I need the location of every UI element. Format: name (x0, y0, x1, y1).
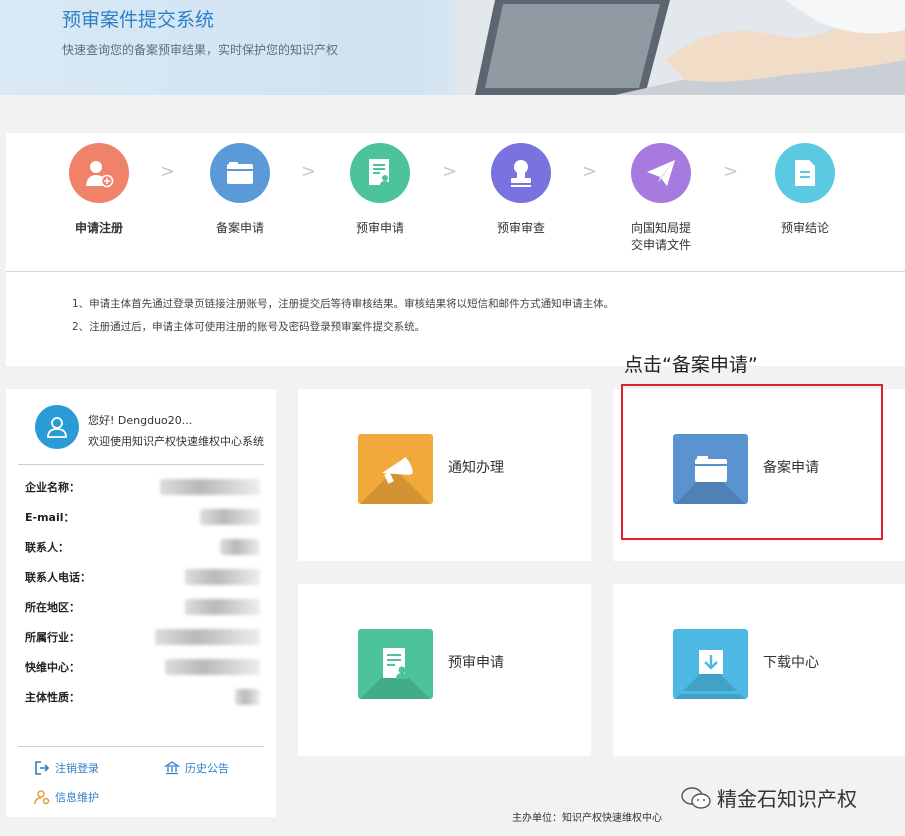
redacted-value (185, 599, 260, 615)
step-label: 申请注册 (74, 221, 123, 235)
history-announcements-link[interactable]: 历史公告 (164, 760, 229, 776)
user-greeting: 您好! Dengduo20... (88, 414, 193, 427)
user-add-icon (69, 143, 129, 203)
banner-laptop-image (455, 0, 905, 95)
divider (18, 746, 264, 747)
redacted-value (185, 569, 260, 585)
step-label: 向国知局提交申请文件 (630, 221, 691, 252)
paper-plane-icon (631, 143, 691, 203)
redacted-value (200, 509, 260, 525)
tile-label: 下载中心 (763, 655, 819, 671)
user-settings-icon (34, 790, 50, 805)
instructions: 1、申请主体首先通过登录页链接注册账号，注册提交后等待审核结果。审核结果将以短信… (72, 293, 614, 339)
stamp-icon (491, 143, 551, 203)
bank-icon (164, 761, 180, 775)
field-region: 所在地区： (25, 597, 260, 617)
field-company-name: 企业名称： (25, 477, 260, 497)
redacted-value (160, 479, 260, 495)
process-steps-panel: 申请注册 > 备案申请 > 预审申请 > 预审审查 > 向国知局提交申请文件 >… (6, 133, 905, 366)
chevron-right-icon: > (723, 161, 739, 182)
tile-label: 通知办理 (448, 460, 504, 476)
instruction-line: 2、注册通过后，申请主体可使用注册的账号及密码登录预审案件提交系统。 (72, 321, 426, 333)
welcome-message: 欢迎使用知识产权快速维权中心系统 (88, 435, 264, 448)
tile-download-center[interactable]: 下载中心 (613, 584, 905, 756)
page-subtitle: 快速查询您的备案预审结果，实时保护您的知识产权 (62, 43, 339, 57)
download-icon (673, 629, 748, 699)
step-submit-to-cnipa[interactable]: 向国知局提交申请文件 (606, 143, 716, 254)
instruction-line: 1、申请主体首先通过登录页链接注册账号，注册提交后等待审核结果。审核结果将以短信… (72, 298, 615, 310)
field-contact-person: 联系人： (25, 537, 260, 557)
chevron-right-icon: > (442, 161, 458, 182)
download-tray-bar (675, 691, 741, 694)
redacted-value (155, 629, 260, 645)
step-label: 预审申请 (355, 221, 404, 235)
field-industry: 所属行业： (25, 627, 260, 647)
user-info-panel: 您好! Dengduo20... 欢迎使用知识产权快速维权中心系统 企业名称： … (6, 389, 276, 817)
watermark: 精金石知识产权 (681, 783, 857, 812)
step-filing[interactable]: 备案申请 (185, 143, 295, 237)
field-entity-type: 主体性质： (25, 687, 260, 707)
step-pre-exam-review[interactable]: 预审审查 (466, 143, 576, 237)
step-pre-exam-apply[interactable]: 预审申请 (325, 143, 435, 237)
chevron-right-icon: > (160, 161, 176, 182)
profile-maintenance-link[interactable]: 信息维护 (34, 789, 99, 805)
step-label: 预审结论 (780, 221, 829, 235)
redacted-value (165, 659, 260, 675)
sponsor-text: 主办单位：知识产权快速维权中心 (512, 813, 662, 824)
avatar (35, 405, 79, 449)
user-icon (47, 417, 67, 438)
divider (6, 271, 905, 272)
watermark-text: 精金石知识产权 (717, 787, 857, 811)
field-email: E-mail： (25, 507, 260, 527)
highlight-box (621, 384, 883, 540)
tile-label: 预审申请 (448, 655, 504, 671)
field-contact-phone: 联系人电话： (25, 567, 260, 587)
divider (18, 464, 264, 465)
document-lines-icon (775, 143, 835, 203)
header-banner: 预审案件提交系统 快速查询您的备案预审结果，实时保护您的知识产权 (0, 0, 905, 95)
step-register[interactable]: 申请注册 (44, 143, 154, 237)
logout-link[interactable]: 注销登录 (34, 760, 99, 776)
tile-notice-handling[interactable]: 通知办理 (298, 389, 591, 561)
document-user-icon (358, 629, 433, 699)
chevron-right-icon: > (582, 161, 598, 182)
field-rights-center: 快维中心： (25, 657, 260, 677)
step-conclusion[interactable]: 预审结论 (750, 143, 860, 237)
document-user-icon (350, 143, 410, 203)
redacted-value (235, 689, 260, 705)
step-label: 预审审查 (496, 221, 545, 235)
folder-icon (210, 143, 270, 203)
megaphone-icon (358, 434, 433, 504)
annotation-text: 点击“备案申请” (624, 354, 758, 376)
page-title: 预审案件提交系统 (62, 9, 215, 31)
step-label: 备案申请 (215, 221, 264, 235)
redacted-value (220, 539, 260, 555)
logout-icon (35, 761, 50, 775)
tile-pre-exam-apply[interactable]: 预审申请 (298, 584, 591, 756)
wechat-icon (681, 786, 711, 809)
chevron-right-icon: > (301, 161, 317, 182)
